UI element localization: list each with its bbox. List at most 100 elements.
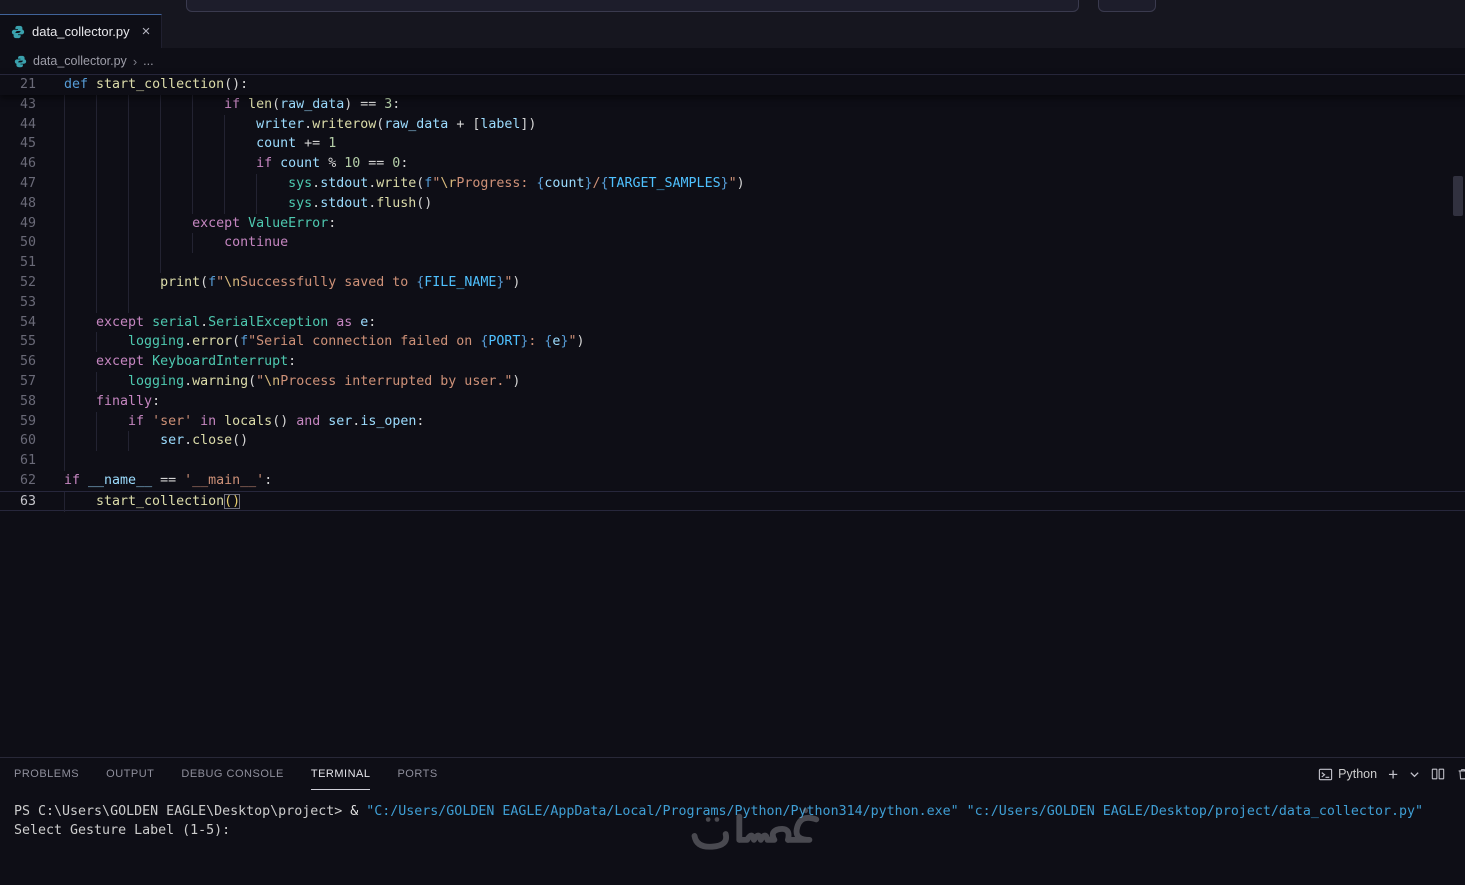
code-line-45[interactable]: 45 count += 1 bbox=[0, 134, 1465, 155]
code-line-63[interactable]: 63 start_collection() bbox=[0, 490, 1465, 512]
code-text: except serial.SerialException as e: bbox=[36, 312, 377, 333]
code-line-52[interactable]: 52 print(f"\nSuccessfully saved to {FILE_… bbox=[0, 272, 1465, 293]
code-line-61[interactable]: 61 bbox=[0, 451, 1465, 471]
line-number: 59 bbox=[19, 413, 36, 429]
panel-tab-output[interactable]: OUTPUT bbox=[106, 758, 154, 790]
code-token: count bbox=[544, 175, 585, 191]
code-token: Successfully saved to bbox=[240, 274, 417, 290]
code-token: count bbox=[280, 156, 321, 172]
code-line-57[interactable]: 57 logging.warning("\nProcess interrupted… bbox=[0, 371, 1465, 392]
indent-guides bbox=[64, 134, 257, 155]
panel-tab-debug-console[interactable]: DEBUG CONSOLE bbox=[181, 758, 283, 790]
code-line-43[interactable]: 43 if len(raw_data) == 3: bbox=[0, 94, 1465, 115]
terminal-token: PS C:\Users\GOLDEN EAGLE\Desktop\project… bbox=[14, 804, 351, 819]
code-token: () bbox=[232, 433, 249, 449]
code-token: if bbox=[256, 156, 273, 172]
code-token: flush bbox=[376, 195, 417, 211]
code-line-49[interactable]: 49 except ValueError: bbox=[0, 213, 1465, 234]
panel-tab-terminal[interactable]: TERMINAL bbox=[310, 758, 371, 790]
breadcrumb-file[interactable]: data_collector.py bbox=[33, 54, 127, 68]
sticky-scroll-line[interactable]: 21 def start_collection(): bbox=[0, 74, 1465, 95]
code-line-50[interactable]: 50 continue bbox=[0, 233, 1465, 254]
code-token: locals bbox=[224, 413, 273, 429]
line-number: 52 bbox=[19, 274, 36, 290]
code-line-54[interactable]: 54 except serial.SerialException as e: bbox=[0, 312, 1465, 333]
code-token: as bbox=[336, 314, 353, 330]
code-token: finally bbox=[96, 393, 153, 409]
code-text: logging.error(f"Serial connection failed… bbox=[36, 332, 584, 353]
code-token: ser bbox=[160, 433, 185, 449]
panel-tab-problems[interactable]: PROBLEMS bbox=[14, 758, 79, 790]
terminal-selector[interactable]: Python bbox=[1318, 767, 1377, 782]
code-token: SerialException bbox=[208, 314, 329, 330]
code-token: continue bbox=[224, 235, 289, 251]
indent-guides bbox=[64, 233, 225, 254]
code-token: writer bbox=[256, 116, 305, 132]
editor-scrollbar-thumb[interactable] bbox=[1453, 176, 1463, 216]
chevron-right-icon: › bbox=[132, 53, 138, 69]
code-editor[interactable]: data_collector.py › ... 21 def start_coll… bbox=[0, 48, 1465, 757]
close-tab-icon[interactable]: × bbox=[142, 24, 151, 39]
indent-guides bbox=[64, 173, 289, 194]
code-line-21[interactable]: 21 def start_collection(): bbox=[0, 75, 1465, 95]
indent-guides bbox=[64, 154, 257, 174]
code-text bbox=[36, 451, 97, 471]
line-number: 53 bbox=[19, 294, 36, 310]
code-token: f bbox=[208, 274, 217, 290]
code-line-53[interactable]: 53 bbox=[0, 292, 1465, 313]
code-line-47[interactable]: 47 sys.stdout.write(f"\rProgress: {count}… bbox=[0, 173, 1465, 194]
code-text: continue bbox=[36, 233, 289, 254]
code-token: logging bbox=[128, 373, 185, 389]
breadcrumb: data_collector.py › ... bbox=[0, 48, 1465, 74]
line-number: 61 bbox=[19, 453, 36, 469]
code-line-62[interactable]: 62 if __name__ == '__main__': bbox=[0, 471, 1465, 491]
new-terminal-icon[interactable]: + bbox=[1388, 766, 1398, 783]
code-token: if bbox=[224, 96, 241, 112]
code-token: : bbox=[528, 334, 545, 350]
code-token: (): bbox=[224, 77, 249, 92]
code-token: . bbox=[312, 175, 321, 191]
code-line-56[interactable]: 56 except KeyboardInterrupt: bbox=[0, 352, 1465, 372]
code-token: writerow bbox=[312, 116, 377, 132]
code-text bbox=[36, 253, 193, 273]
code-line-58[interactable]: 58 finally: bbox=[0, 391, 1465, 412]
split-terminal-icon[interactable] bbox=[1431, 767, 1445, 781]
layout-controls-box[interactable] bbox=[1098, 0, 1156, 12]
code-token: except bbox=[192, 215, 241, 231]
kill-terminal-icon[interactable] bbox=[1456, 767, 1465, 781]
code-line-48[interactable]: 48 sys.stdout.flush() bbox=[0, 193, 1465, 214]
code-text: sys.stdout.write(f"\rProgress: {count}/{… bbox=[36, 173, 745, 194]
line-number: 49 bbox=[19, 215, 36, 231]
code-token: : bbox=[368, 314, 377, 330]
indent-guides bbox=[64, 94, 225, 115]
code-line-59[interactable]: 59 if 'ser' in locals() and ser.is_open: bbox=[0, 411, 1465, 432]
code-line-51[interactable]: 51 bbox=[0, 253, 1465, 273]
code-line-46[interactable]: 46 if count % 10 == 0: bbox=[0, 154, 1465, 174]
code-lines: 43 if len(raw_data) == 3: 44 writer.writero… bbox=[0, 94, 1465, 512]
code-line-44[interactable]: 44 writer.writerow(raw_data + [label]) bbox=[0, 114, 1465, 135]
panel-actions: Python + bbox=[1318, 758, 1465, 790]
breadcrumb-symbol-more[interactable]: ... bbox=[143, 54, 153, 68]
command-center-search[interactable] bbox=[186, 0, 1079, 12]
code-token: '__main__' bbox=[184, 472, 265, 488]
code-token: is_open bbox=[360, 413, 417, 429]
code-text: ser.close() bbox=[36, 431, 249, 452]
chevron-down-icon[interactable] bbox=[1409, 769, 1420, 780]
terminal-output[interactable]: PS C:\Users\GOLDEN EAGLE\Desktop\project… bbox=[0, 790, 1465, 840]
line-number: 62 bbox=[19, 472, 36, 488]
code-token: . bbox=[200, 314, 209, 330]
tab-data-collector-py[interactable]: data_collector.py × bbox=[0, 14, 163, 48]
line-number: 47 bbox=[19, 175, 36, 191]
code-token: serial bbox=[152, 314, 201, 330]
code-text: if len(raw_data) == 3: bbox=[36, 94, 400, 115]
panel-tab-ports[interactable]: PORTS bbox=[397, 758, 437, 790]
code-line-60[interactable]: 60 ser.close() bbox=[0, 431, 1465, 452]
terminal-token: Select Gesture Label (1-5): bbox=[14, 822, 239, 838]
terminal-token: "c:/Users/GOLDEN EAGLE/Desktop/project/d… bbox=[966, 804, 1423, 819]
code-line-55[interactable]: 55 logging.error(f"Serial connection fail… bbox=[0, 332, 1465, 353]
